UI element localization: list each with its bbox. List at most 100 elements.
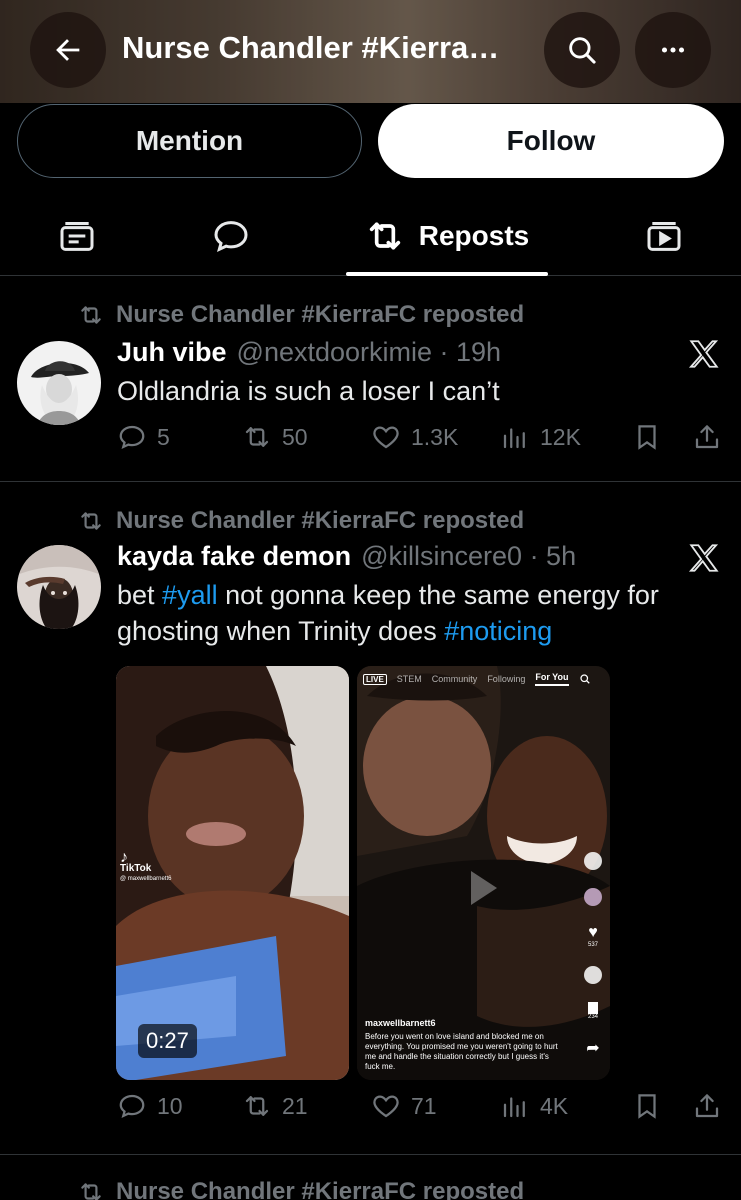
tiktok-nav-for-you: For You bbox=[535, 672, 569, 686]
tiktok-nav-stem: STEM bbox=[396, 674, 422, 684]
play-icon bbox=[471, 871, 497, 905]
tiktok-heart-icon: ♥ bbox=[588, 924, 598, 941]
repost-button[interactable]: 50 bbox=[242, 422, 308, 452]
post-text-segment: bet bbox=[117, 580, 163, 610]
tiktok-like: ♥ 537 bbox=[588, 924, 598, 948]
hashtag-link[interactable]: #yall bbox=[162, 580, 218, 610]
tiktok-note-icon: ♪ bbox=[120, 849, 128, 866]
view-count: 4K bbox=[540, 1092, 569, 1119]
tiktok-nav-live: LIVE bbox=[363, 673, 387, 685]
repost-context-label: Nurse Chandler #KierraFC reposted bbox=[116, 507, 525, 534]
views-button[interactable]: 4K bbox=[500, 1091, 568, 1121]
tiktok-caption-user: maxwellbarnett6 bbox=[365, 1018, 436, 1028]
tiktok-search-icon bbox=[579, 674, 590, 684]
handle-time[interactable]: @nextdoorkimie · 19h bbox=[237, 337, 502, 368]
x-logo-icon bbox=[688, 340, 719, 368]
x-logo-icon bbox=[688, 544, 719, 572]
like-button[interactable]: 1.3K bbox=[371, 422, 458, 452]
like-count: 1.3K bbox=[411, 423, 459, 450]
page-title: Nurse Chandler #Kierra… bbox=[122, 30, 500, 65]
avatar[interactable] bbox=[17, 545, 101, 629]
media-icon bbox=[647, 222, 681, 251]
more-horizontal-icon bbox=[661, 47, 685, 53]
bookmark-icon bbox=[638, 425, 656, 450]
tiktok-top-nav: LIVE STEM Community Following For You bbox=[363, 672, 591, 686]
highlights-icon bbox=[60, 222, 94, 251]
tiktok-bookmark-icon bbox=[587, 1002, 598, 1014]
tab-highlights[interactable] bbox=[37, 196, 117, 276]
post-actions: 10 21 71 4K bbox=[117, 1091, 725, 1131]
heart-icon bbox=[373, 1095, 399, 1118]
arrow-left-icon bbox=[56, 39, 80, 61]
tiktok-like-count: 537 bbox=[587, 942, 598, 948]
post[interactable]: Nurse Chandler #KierraFC reposted Juh vi… bbox=[0, 277, 741, 482]
repost-button[interactable]: 21 bbox=[242, 1091, 308, 1121]
video-thumbnail[interactable]: ♪ TikTok @ maxwellbarnett6 0:27 bbox=[116, 666, 349, 1080]
share-button[interactable] bbox=[692, 422, 732, 452]
reply-button[interactable]: 10 bbox=[117, 1091, 183, 1121]
handle-time[interactable]: @killsincere0 · 5h bbox=[361, 541, 576, 572]
hashtag-link[interactable]: #noticing bbox=[444, 616, 552, 646]
tiktok-user: @ maxwellbarnett6 bbox=[120, 876, 172, 882]
reply-button[interactable]: 5 bbox=[117, 422, 170, 452]
avatar-image bbox=[17, 341, 101, 425]
tiktok-avatar-icon bbox=[584, 888, 602, 906]
reply-icon bbox=[119, 1094, 145, 1119]
views-icon bbox=[503, 1097, 525, 1118]
post-actions: 5 50 1.3K 12K bbox=[117, 422, 725, 462]
view-count: 12K bbox=[540, 423, 581, 450]
post-text: bet #yall not gonna keep the same energy… bbox=[117, 577, 717, 649]
tiktok-share-icon: ➦ bbox=[586, 1040, 600, 1057]
tiktok-nav-following: Following bbox=[487, 674, 526, 684]
video-duration: 0:27 bbox=[138, 1024, 197, 1058]
tiktok-save-count: 234 bbox=[587, 1014, 598, 1020]
repost-context: Nurse Chandler #KierraFC reposted bbox=[78, 1178, 524, 1200]
search-icon bbox=[569, 37, 596, 64]
reply-count: 10 bbox=[157, 1092, 183, 1119]
search-button[interactable] bbox=[544, 12, 620, 88]
repost-icon bbox=[81, 512, 101, 530]
repost-count: 50 bbox=[282, 423, 308, 450]
post-author: Juh vibe @nextdoorkimie · 19h bbox=[117, 337, 501, 368]
speech-bubble-icon bbox=[214, 221, 248, 253]
display-name[interactable]: kayda fake demon bbox=[117, 541, 351, 572]
post[interactable]: Nurse Chandler #KierraFC reposted kayda … bbox=[0, 483, 741, 1155]
tiktok-nav-community: Community bbox=[431, 674, 478, 684]
like-count: 71 bbox=[411, 1092, 437, 1119]
profile-tabs: Reposts bbox=[0, 196, 741, 276]
repost-context-label: Nurse Chandler #KierraFC reposted bbox=[116, 1178, 525, 1200]
repost-count: 21 bbox=[282, 1092, 308, 1119]
tab-media[interactable] bbox=[624, 196, 704, 276]
tiktok-side-actions: ♥ 537 234 ➦ bbox=[582, 852, 604, 1058]
bookmark-icon bbox=[638, 1094, 656, 1119]
repost-icon bbox=[369, 222, 400, 250]
bookmark-button[interactable] bbox=[632, 1091, 672, 1121]
reply-icon bbox=[119, 425, 145, 450]
post[interactable]: Nurse Chandler #KierraFC reposted bbox=[0, 1156, 741, 1200]
more-button[interactable] bbox=[635, 12, 711, 88]
mention-button[interactable]: Mention bbox=[17, 104, 362, 178]
back-button[interactable] bbox=[30, 12, 106, 88]
heart-icon bbox=[373, 426, 399, 449]
avatar-image bbox=[17, 545, 101, 629]
tiktok-comment-icon bbox=[584, 966, 602, 984]
follow-button[interactable]: Follow bbox=[378, 104, 724, 178]
reply-count: 5 bbox=[157, 423, 170, 450]
repost-icon bbox=[245, 427, 269, 447]
repost-context: Nurse Chandler #KierraFC reposted bbox=[78, 301, 524, 329]
display-name[interactable]: Juh vibe bbox=[117, 337, 227, 368]
video-thumbnail[interactable]: LIVE STEM Community Following For You ♥ … bbox=[357, 666, 610, 1080]
share-button[interactable] bbox=[692, 1091, 732, 1121]
tab-reposts[interactable]: Reposts bbox=[346, 196, 548, 276]
like-button[interactable]: 71 bbox=[371, 1091, 437, 1121]
bookmark-button[interactable] bbox=[632, 422, 672, 452]
tab-replies[interactable] bbox=[191, 196, 271, 276]
active-tab-indicator bbox=[346, 272, 548, 276]
post-text: Oldlandria is such a loser I can’t bbox=[117, 376, 500, 406]
repost-context-label: Nurse Chandler #KierraFC reposted bbox=[116, 301, 525, 328]
share-icon bbox=[695, 1094, 719, 1118]
views-icon bbox=[503, 428, 525, 449]
views-button[interactable]: 12K bbox=[500, 422, 581, 452]
repost-icon bbox=[81, 1183, 101, 1200]
avatar[interactable] bbox=[17, 341, 101, 425]
